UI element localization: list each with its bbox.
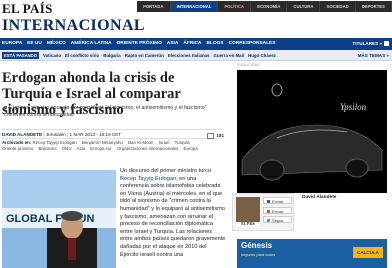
nav-mexico[interactable]: MÉXICO [47, 38, 66, 50]
tag-link[interactable]: Asia [77, 146, 86, 151]
archived-tags: Archivado en: Recep Tayyip Erdogan Benja… [2, 140, 227, 152]
genesis-advertisement[interactable]: Génesis seguros para todos CALCULA [237, 239, 387, 268]
advertisement-banner[interactable]: Ypsilon [237, 70, 387, 193]
nav-asia[interactable]: ASIA [167, 38, 178, 50]
nav-eeuu[interactable]: EE UU [27, 38, 42, 50]
trending-bar: ESTÁ PASANDO Vaticano El conflicto sirio… [0, 50, 392, 61]
facebook-label: Enviar [272, 199, 284, 204]
ad-title: Génesis [241, 241, 273, 250]
body-text: Un discurso del primer ministro turco [120, 168, 212, 174]
publish-date: 1 MAR 2013 - 15:18 CET [69, 132, 122, 137]
twitter-label: Seguir [272, 218, 284, 223]
author-brand-label: EL PAÍS [236, 222, 260, 227]
trending-item[interactable]: Guerra en Malí [214, 53, 245, 58]
photo-sky [2, 170, 116, 210]
tag-link[interactable]: ONU [62, 146, 72, 151]
tab-portada[interactable]: PORTADA [137, 1, 171, 12]
tab-cultura[interactable]: CULTURA [287, 1, 321, 12]
print-icon[interactable] [207, 132, 215, 139]
author-share-box: EL PAÍS Enviar Enviar Seguir [232, 193, 294, 231]
tab-internacional[interactable]: INTERNACIONAL [170, 1, 219, 12]
twitter-follow-button[interactable]: Seguir [263, 216, 292, 223]
ad-label: PUBLICIDAD [237, 63, 260, 67]
more-topics-link[interactable]: MÁS TEMAS » [358, 50, 389, 61]
tab-economia[interactable]: ECONOMÍA [251, 1, 288, 12]
author-name[interactable]: David Alandete [302, 195, 336, 200]
bullet-icon [4, 106, 7, 110]
twitter-icon [267, 219, 270, 223]
trending-item[interactable]: El conflicto sirio [65, 53, 99, 58]
tab-politica[interactable]: POLÍTICA [218, 1, 252, 12]
googleplus-share-button[interactable]: Enviar [263, 207, 292, 214]
tab-sociedad[interactable]: SOCIEDAD [320, 1, 356, 12]
tag-link[interactable]: Recep Tayyip Erdogan [33, 140, 77, 145]
tag-link[interactable]: Organizaciones internacionales [117, 146, 178, 151]
rss-icon [384, 41, 389, 47]
tag-link[interactable]: Europa sur [90, 146, 111, 151]
photo-tie [68, 238, 76, 260]
tab-deportes[interactable]: DEPORTES [356, 1, 392, 12]
tag-link[interactable]: Benjamín Netanyahu [82, 140, 123, 145]
site-logo[interactable]: EL PAÍS [2, 1, 53, 17]
nav-corresponsales[interactable]: CORRESPONSALES [229, 38, 276, 50]
masthead: EL PAÍS INTERNACIONAL PORTADA INTERNACIO… [0, 0, 392, 38]
tag-link[interactable]: Balcanes [38, 146, 56, 151]
googleplus-icon [267, 210, 270, 214]
ad-tagline: seguros para todos [241, 252, 276, 257]
nav-europa[interactable]: EUROPA [2, 38, 22, 50]
location: Jerusalén [45, 132, 66, 137]
nav-america-latina[interactable]: AMÉRICA LATINA [71, 38, 112, 50]
body-link[interactable]: Recep Tayyip Erdogan [120, 176, 176, 182]
car-ad-graphic: Ypsilon [237, 70, 387, 193]
section-navigation: EUROPA EE UU MÉXICO AMÉRICA LATINA ORIEN… [0, 38, 392, 50]
nav-africa[interactable]: ÁFRICA [183, 38, 201, 50]
author-avatar[interactable] [236, 197, 260, 223]
byline-tools: 181 [207, 131, 224, 140]
ad-brand-name: Ypsilon [340, 102, 367, 112]
byline: DAVID ALANDETE | Jerusalén | 1 MAR 2013 … [2, 129, 224, 139]
tag-link[interactable]: Israel [159, 140, 170, 145]
tag-link[interactable]: Europa [184, 146, 198, 151]
subhead-text: El primer ministro apuesta por considera… [4, 105, 207, 118]
tag-link[interactable]: Turquía [175, 140, 190, 145]
article-body: Un discurso del primer ministro turco Re… [120, 168, 226, 259]
titulares-link[interactable]: TITULARES » [352, 38, 389, 50]
article-subhead: El primer ministro apuesta por considera… [4, 105, 229, 118]
googleplus-label: Enviar [272, 209, 284, 214]
archived-label: Archivado en: [2, 140, 32, 145]
photo-hair [61, 211, 83, 221]
tag-link[interactable]: Ban Ki-Moon [128, 140, 153, 145]
nav-oriente-proximo[interactable]: ORIENTE PRÓXIMO [117, 38, 162, 50]
titulares-label: TITULARES » [352, 41, 382, 46]
author-link[interactable]: DAVID ALANDETE [2, 132, 42, 137]
article-photo[interactable]: GLOBAL FORUN [2, 170, 116, 268]
facebook-icon [267, 200, 270, 204]
comment-count[interactable]: 181 [216, 131, 224, 140]
photo-illustration: GLOBAL FORUN [2, 170, 116, 268]
car-wheel-front [259, 159, 285, 181]
trending-item[interactable]: Elecciones Italianas [168, 53, 210, 58]
top-navigation: PORTADA INTERNACIONAL POLÍTICA ECONOMÍA … [137, 1, 392, 12]
trending-label: ESTÁ PASANDO [2, 52, 39, 59]
ad-cta-button[interactable]: CALCULA [353, 247, 383, 258]
section-title[interactable]: INTERNACIONAL [2, 17, 145, 35]
facebook-share-button[interactable]: Enviar [263, 197, 292, 204]
body-text: , en una conferencia sobre islamofobia c… [120, 175, 226, 258]
trending-item[interactable]: Rapto en Camerún [125, 53, 164, 58]
nav-blogs[interactable]: BLOGS [206, 38, 223, 50]
tag-link[interactable]: Oriente próximo [2, 146, 33, 151]
trending-item[interactable]: Vaticano [43, 53, 61, 58]
trending-item[interactable]: Bulgaria [103, 53, 121, 58]
car-wheel-rear [345, 158, 369, 178]
trending-item[interactable]: Hugo Chávez [248, 53, 276, 58]
